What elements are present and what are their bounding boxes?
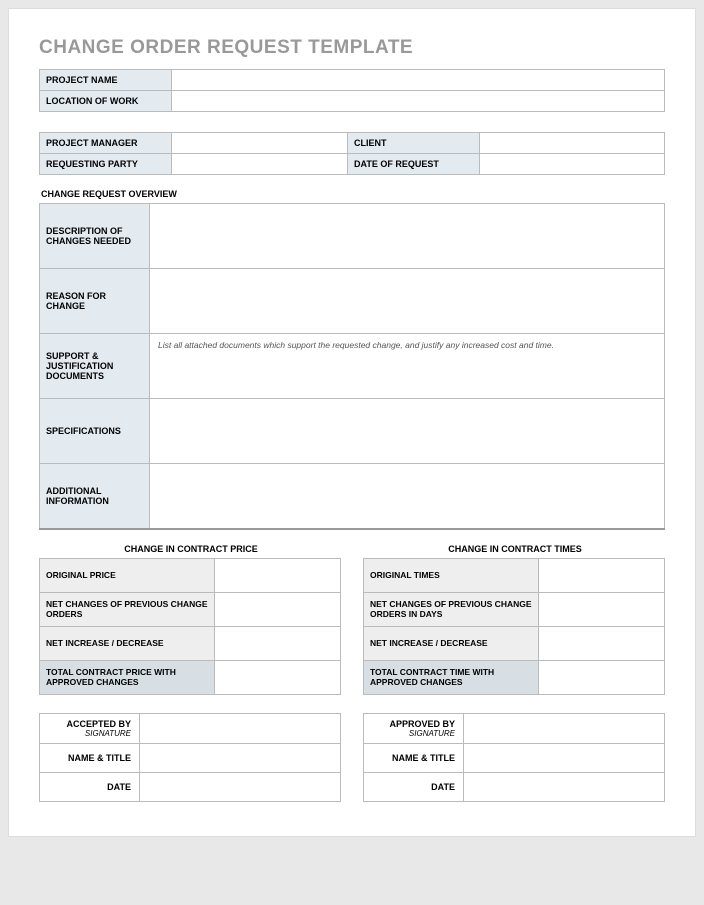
- price-row-label: NET CHANGES OF PREVIOUS CHANGE ORDERS: [40, 592, 215, 626]
- times-row-field[interactable]: [538, 592, 664, 626]
- overview-row-field[interactable]: [150, 464, 665, 529]
- price-row-field[interactable]: [214, 558, 340, 592]
- approved-date-label: DATE: [364, 772, 464, 801]
- accepted-name-field[interactable]: [140, 743, 341, 772]
- times-row-label: NET INCREASE / DECREASE: [364, 626, 539, 660]
- document-page: CHANGE ORDER REQUEST TEMPLATE PROJECT NA…: [8, 8, 696, 837]
- date-request-label: DATE OF REQUEST: [348, 154, 480, 175]
- times-row-field[interactable]: [538, 558, 664, 592]
- times-row-label: TOTAL CONTRACT TIME WITH APPROVED CHANGE…: [364, 660, 539, 694]
- price-row-label: NET INCREASE / DECREASE: [40, 626, 215, 660]
- price-row-field[interactable]: [214, 660, 340, 694]
- times-section-title: CHANGE IN CONTRACT TIMES: [365, 544, 665, 554]
- price-row-label: TOTAL CONTRACT PRICE WITH APPROVED CHANG…: [40, 660, 215, 694]
- page-title: CHANGE ORDER REQUEST TEMPLATE: [39, 37, 665, 59]
- price-row-field[interactable]: [214, 592, 340, 626]
- accepted-date-field[interactable]: [140, 772, 341, 801]
- price-row-label: ORIGINAL PRICE: [40, 558, 215, 592]
- client-field[interactable]: [480, 133, 665, 154]
- project-meta-table: PROJECT NAME LOCATION OF WORK PROJECT MA…: [39, 69, 665, 175]
- overview-row-label: DESCRIPTION OF CHANGES NEEDED: [40, 204, 150, 269]
- client-label: CLIENT: [348, 133, 480, 154]
- overview-table: DESCRIPTION OF CHANGES NEEDEDREASON FOR …: [39, 203, 665, 530]
- accepted-table: ACCEPTED BYSIGNATURE NAME & TITLE DATE: [39, 713, 341, 802]
- requesting-label: REQUESTING PARTY: [40, 154, 172, 175]
- accepted-name-label: NAME & TITLE: [40, 743, 140, 772]
- overview-row-label: SPECIFICATIONS: [40, 399, 150, 464]
- times-row-label: NET CHANGES OF PREVIOUS CHANGE ORDERS IN…: [364, 592, 539, 626]
- price-row-field[interactable]: [214, 626, 340, 660]
- overview-row-field[interactable]: [150, 269, 665, 334]
- pm-label: PROJECT MANAGER: [40, 133, 172, 154]
- accepted-signature-field[interactable]: [140, 713, 341, 743]
- times-row-field[interactable]: [538, 626, 664, 660]
- overview-row-label: REASON FOR CHANGE: [40, 269, 150, 334]
- pm-field[interactable]: [172, 133, 348, 154]
- accepted-by-label: ACCEPTED BYSIGNATURE: [40, 713, 140, 743]
- accepted-date-label: DATE: [40, 772, 140, 801]
- approved-name-field[interactable]: [464, 743, 665, 772]
- overview-row-field[interactable]: [150, 204, 665, 269]
- overview-section-title: CHANGE REQUEST OVERVIEW: [41, 189, 665, 199]
- times-row-label: ORIGINAL TIMES: [364, 558, 539, 592]
- price-table: ORIGINAL PRICENET CHANGES OF PREVIOUS CH…: [39, 558, 341, 695]
- overview-row-label: ADDITIONAL INFORMATION: [40, 464, 150, 529]
- location-field[interactable]: [172, 91, 665, 112]
- approved-date-field[interactable]: [464, 772, 665, 801]
- overview-row-field[interactable]: List all attached documents which suppor…: [150, 334, 665, 399]
- project-name-field[interactable]: [172, 70, 665, 91]
- overview-row-field[interactable]: [150, 399, 665, 464]
- overview-row-label: SUPPORT & JUSTIFICATION DOCUMENTS: [40, 334, 150, 399]
- date-request-field[interactable]: [480, 154, 665, 175]
- approved-signature-field[interactable]: [464, 713, 665, 743]
- approved-by-label: APPROVED BYSIGNATURE: [364, 713, 464, 743]
- times-row-field[interactable]: [538, 660, 664, 694]
- times-table: ORIGINAL TIMESNET CHANGES OF PREVIOUS CH…: [363, 558, 665, 695]
- approved-name-label: NAME & TITLE: [364, 743, 464, 772]
- location-label: LOCATION OF WORK: [40, 91, 172, 112]
- project-name-label: PROJECT NAME: [40, 70, 172, 91]
- price-section-title: CHANGE IN CONTRACT PRICE: [41, 544, 341, 554]
- approved-table: APPROVED BYSIGNATURE NAME & TITLE DATE: [363, 713, 665, 802]
- requesting-field[interactable]: [172, 154, 348, 175]
